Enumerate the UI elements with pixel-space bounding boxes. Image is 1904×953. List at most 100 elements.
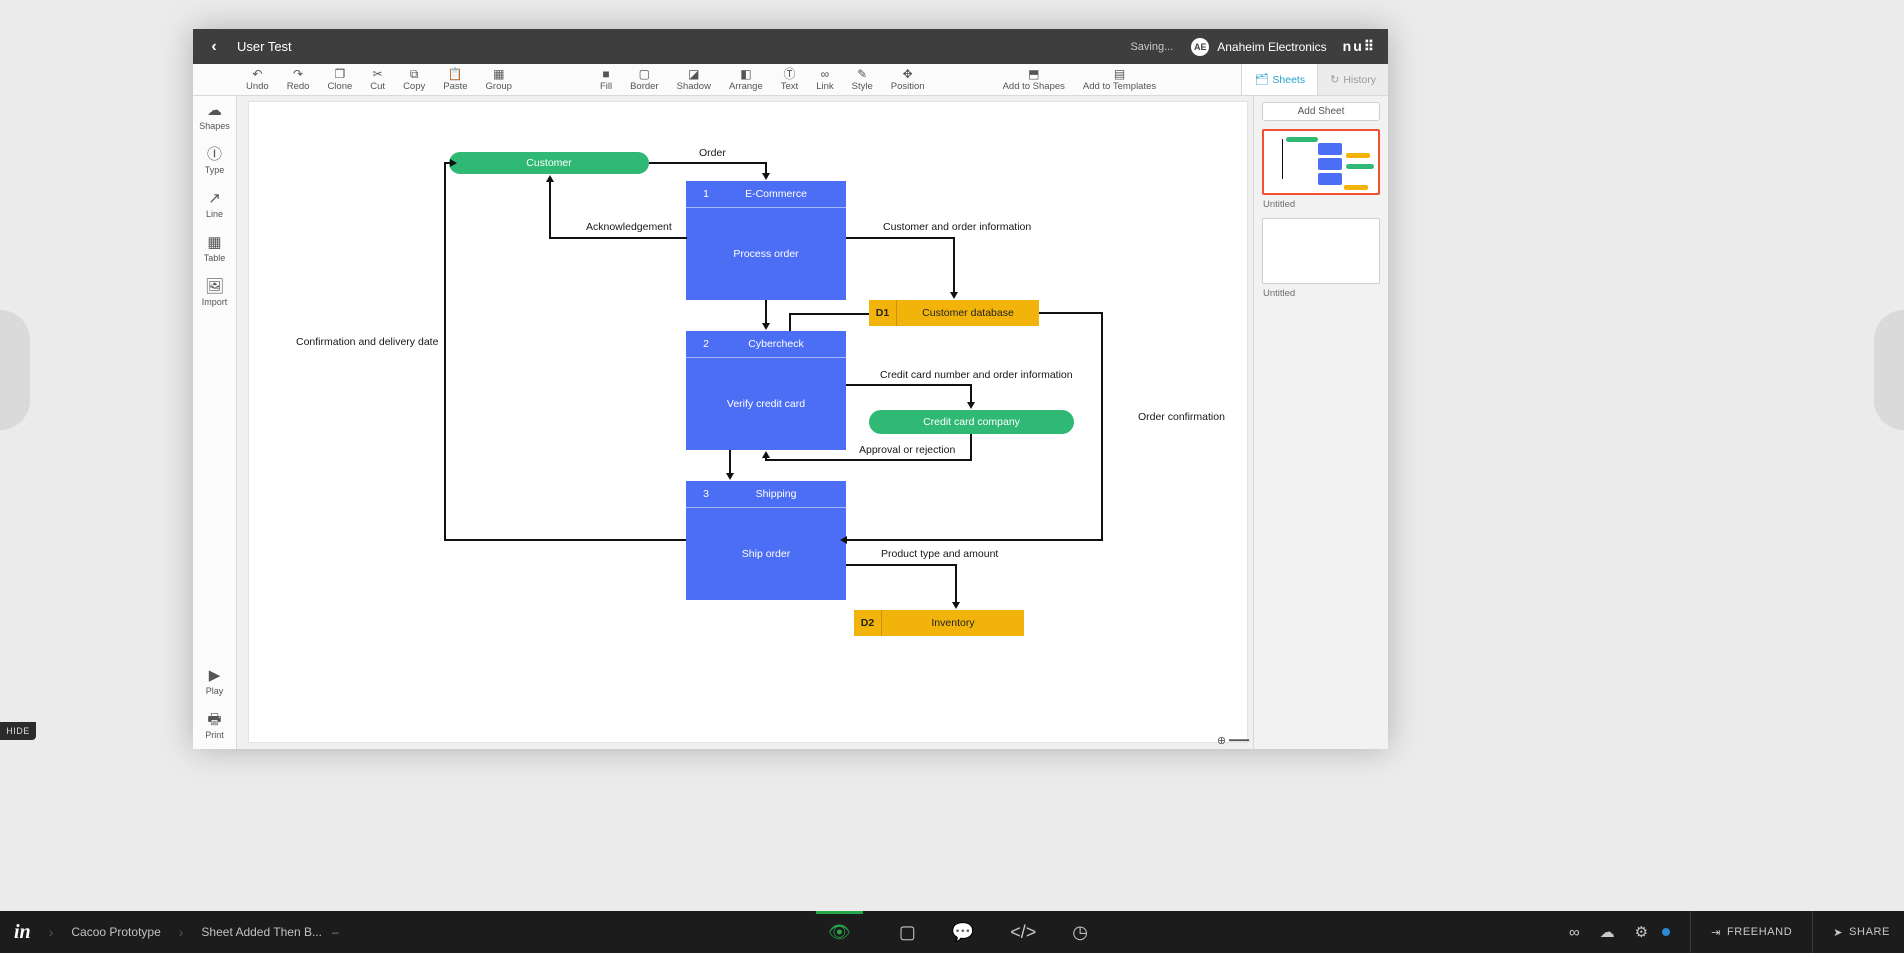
share-icon: ➤: [1833, 926, 1843, 939]
shape-cybercheck[interactable]: 2Cybercheck Verify credit card: [686, 331, 846, 450]
border-button[interactable]: ▢Border: [621, 64, 668, 95]
position-button[interactable]: ✥Position: [882, 64, 934, 95]
sidebar-line[interactable]: ↗Line: [193, 184, 236, 228]
mode-preview[interactable]: 👁: [816, 911, 863, 953]
shape-ecommerce[interactable]: 1E-Commerce Process order: [686, 181, 846, 300]
right-panel-tabs: 🗂Sheets ↻History: [1241, 64, 1388, 95]
breadcrumb-screen[interactable]: Sheet Added Then B...: [201, 925, 322, 939]
connector: [444, 162, 446, 540]
notification-dot: [1662, 928, 1670, 936]
copy-button[interactable]: ⧉Copy: [394, 64, 434, 95]
num-2: 2: [696, 338, 716, 350]
name-shipping: Shipping: [716, 488, 836, 500]
tab-sheets[interactable]: 🗂Sheets: [1241, 64, 1317, 95]
shadow-button[interactable]: ◪Shadow: [668, 64, 720, 95]
label-customer: Customer: [526, 157, 572, 169]
app-header: ‹ User Test Saving... AE Anaheim Electro…: [193, 29, 1388, 64]
arrowhead-icon: [762, 323, 770, 330]
body-process-order: Process order: [686, 208, 846, 300]
prototype-prev-screen[interactable]: [0, 310, 30, 430]
user-name[interactable]: Anaheim Electronics: [1217, 40, 1326, 54]
connector: [649, 162, 766, 164]
sidebar-shapes[interactable]: ☁Shapes: [193, 96, 236, 140]
user-avatar[interactable]: AE: [1191, 38, 1209, 56]
connector: [1039, 312, 1102, 314]
label-order-conf: Order confirmation: [1138, 411, 1225, 423]
shape-inventory[interactable]: D2 Inventory: [854, 610, 1024, 636]
import-icon: 🖼: [205, 278, 224, 296]
line-icon: ↗: [208, 190, 221, 208]
chevron-right-icon: ›: [179, 924, 184, 940]
canvas-wrap[interactable]: Customer Order 1E-Commerce Process order…: [237, 96, 1253, 749]
add-to-shapes-button[interactable]: ⬒Add to Shapes: [994, 64, 1074, 95]
name-cybercheck: Cybercheck: [716, 338, 836, 350]
arrowhead-icon: [952, 602, 960, 609]
connector: [765, 458, 767, 461]
text-button[interactable]: ⓉText: [772, 64, 807, 95]
connector: [953, 237, 955, 294]
d1-name: Customer database: [897, 307, 1039, 319]
sidebar-print[interactable]: 🖶Print: [193, 705, 236, 749]
mode-history[interactable]: ◷: [1072, 922, 1088, 943]
play-icon: ▶: [209, 667, 221, 685]
name-ecommerce: E-Commerce: [716, 188, 836, 200]
add-sheet-button[interactable]: Add Sheet: [1262, 102, 1380, 121]
d1-id: D1: [869, 300, 897, 326]
sidebar-table[interactable]: ▦Table: [193, 228, 236, 272]
breadcrumb-project[interactable]: Cacoo Prototype: [71, 925, 160, 939]
sheet-1-title[interactable]: Untitled: [1263, 199, 1380, 210]
redo-button[interactable]: ↷Redo: [278, 64, 319, 95]
mode-inspect[interactable]: </>: [1010, 922, 1036, 943]
back-button[interactable]: ‹: [205, 38, 223, 56]
sidebar-import[interactable]: 🖼Import: [193, 272, 236, 316]
fill-button[interactable]: ■Fill: [591, 64, 621, 95]
link-button[interactable]: ∞Link: [807, 64, 842, 95]
add-to-templates-button[interactable]: ▤Add to Templates: [1074, 64, 1165, 95]
tab-history[interactable]: ↻History: [1317, 64, 1388, 95]
sheet-thumbnail-1[interactable]: [1262, 129, 1380, 195]
eye-icon: 👁: [828, 922, 851, 943]
label-conf-delivery: Confirmation and delivery date: [296, 336, 438, 348]
paste-button[interactable]: 📋Paste: [434, 64, 476, 95]
dash: –: [332, 925, 339, 939]
label-ack: Acknowledgement: [586, 221, 672, 233]
mode-build[interactable]: ▢: [899, 922, 916, 943]
sheet-thumbnail-2[interactable]: [1262, 218, 1380, 284]
invision-logo[interactable]: in: [14, 921, 31, 944]
sidebar-play[interactable]: ▶Play: [193, 661, 236, 705]
chevron-right-icon: ›: [49, 924, 54, 940]
share-button[interactable]: ➤SHARE: [1812, 911, 1890, 953]
undo-button[interactable]: ↶Undo: [237, 64, 278, 95]
shape-customer[interactable]: Customer: [449, 152, 649, 174]
arrowhead-icon: [967, 402, 975, 409]
connector: [444, 539, 686, 541]
canvas[interactable]: Customer Order 1E-Commerce Process order…: [249, 102, 1247, 742]
zoom-controls[interactable]: ⊕ ━━━: [1113, 731, 1253, 749]
sheet-2-title[interactable]: Untitled: [1263, 288, 1380, 299]
cut-button[interactable]: ✂Cut: [361, 64, 394, 95]
arrowhead-icon: [450, 159, 457, 167]
freehand-button[interactable]: ⇥FREEHAND: [1690, 911, 1792, 953]
hide-tab[interactable]: HIDE: [0, 722, 36, 740]
shape-credit-card-company[interactable]: Credit card company: [869, 410, 1074, 434]
style-button[interactable]: ✎Style: [843, 64, 882, 95]
connector: [549, 182, 551, 239]
invision-mode-switcher: 👁 ▢ 💬 </> ◷: [816, 911, 1088, 953]
shape-customer-database[interactable]: D1 Customer database: [869, 300, 1039, 326]
mode-comment[interactable]: 💬: [952, 922, 974, 943]
clone-button[interactable]: ❐Clone: [318, 64, 361, 95]
shapes-icon: ☁: [207, 102, 222, 120]
arrowhead-icon: [762, 451, 770, 458]
prototype-next-screen[interactable]: [1874, 310, 1904, 430]
connector: [729, 450, 731, 475]
arrowhead-icon: [950, 292, 958, 299]
shape-shipping[interactable]: 3Shipping Ship order: [686, 481, 846, 600]
arrange-button[interactable]: ◧Arrange: [720, 64, 772, 95]
d2-name: Inventory: [882, 617, 1024, 629]
sidebar-type[interactable]: ⒾType: [193, 140, 236, 184]
group-button[interactable]: ▦Group: [477, 64, 521, 95]
settings-icon[interactable]: ⚙: [1635, 923, 1648, 941]
document-title: User Test: [237, 39, 292, 54]
share-link-icon[interactable]: ∞: [1569, 924, 1580, 941]
cloud-icon[interactable]: ☁: [1600, 923, 1615, 941]
